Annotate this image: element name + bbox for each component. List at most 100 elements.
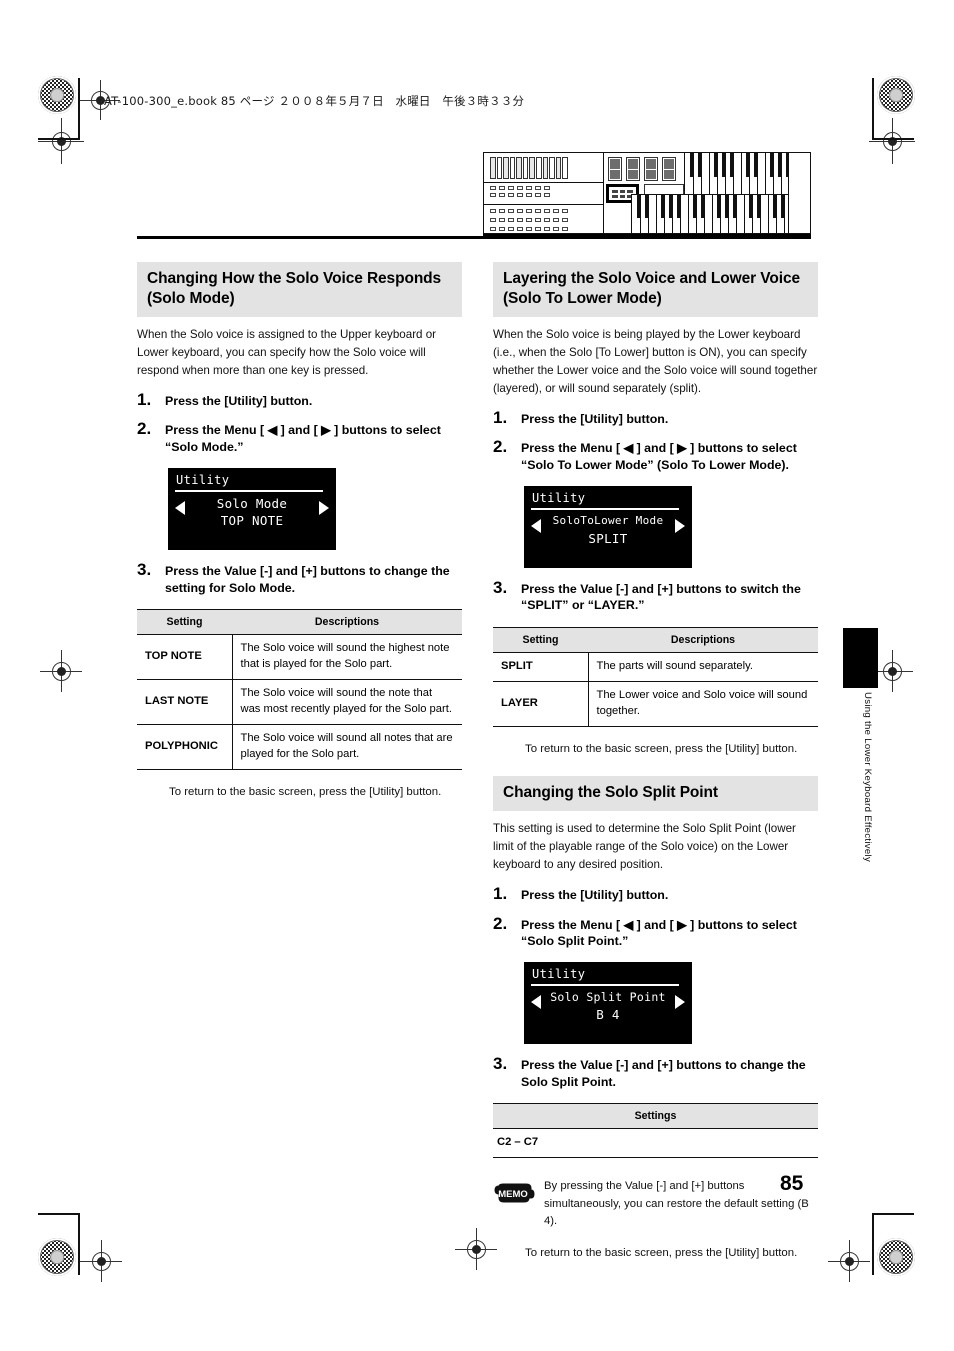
panel-button-row-2	[490, 193, 550, 197]
lcd-wrapper-solo-split-point: Utility Solo Split Point B 4	[524, 961, 818, 1044]
table-header-row: Setting Descriptions	[493, 627, 818, 654]
step-text: Press the Value [-] and [+] buttons to c…	[165, 563, 450, 595]
drawbars-icon	[490, 157, 568, 179]
step-number: 2.	[137, 419, 152, 439]
crop-mark-top-right-v	[872, 78, 874, 140]
registration-target-top-right	[877, 76, 915, 114]
section-intro-solo-mode: When the Solo voice is assigned to the U…	[137, 327, 437, 377]
section-intro-solo-split-point: This setting is used to determine the So…	[493, 821, 796, 871]
table-row: TOP NOTE The Solo voice will sound the h…	[137, 634, 462, 681]
crop-mark-bottom-left-v	[78, 1213, 80, 1275]
panel-divider-2	[484, 204, 604, 205]
left-column: Changing How the Solo Voice Responds (So…	[137, 262, 462, 801]
side-tab-marker	[843, 628, 878, 688]
column-header-setting: Setting	[493, 627, 588, 654]
column-header-setting: Setting	[137, 609, 232, 636]
table-row: C2 – C7	[493, 1128, 818, 1159]
lcd-parameter-name: SoloToLower Mode	[552, 513, 664, 527]
svg-text:MEMO: MEMO	[498, 1189, 528, 1200]
return-note-solo-mode: To return to the basic screen, press the…	[169, 785, 442, 798]
panel-button-row-3	[490, 209, 568, 213]
step-text: Press the [Utility] button.	[165, 393, 313, 408]
lcd-wrapper-solo-mode: Utility Solo Mode TOP NOTE	[168, 467, 462, 550]
return-note-solo-to-lower: To return to the basic screen, press the…	[525, 742, 798, 755]
panel-button-row-1	[490, 186, 550, 190]
cell-description: The Solo voice will sound the highest no…	[232, 634, 462, 681]
crosshair-bottom-center	[455, 1228, 497, 1270]
cell-setting: LAYER	[493, 681, 589, 727]
lcd-parameter-value: SPLIT	[588, 530, 628, 546]
memo-note: MEMO By pressing the Value [-] and [+] b…	[493, 1174, 818, 1231]
lcd-display-solo-mode: Utility Solo Mode TOP NOTE	[168, 467, 336, 550]
crosshair-top-right	[869, 118, 915, 164]
table-solo-split-point-settings: Settings C2 – C7	[493, 1103, 818, 1159]
book-file-header: AT-100-300_e.book 85 ページ ２００８年５月７日 水曜日 午…	[104, 94, 525, 108]
step-number: 3.	[493, 577, 508, 597]
column-header-descriptions: Descriptions	[588, 627, 818, 654]
step-1-solo-to-lower: 1. Press the [Utility] button.	[493, 407, 818, 428]
step-text: Press the Value [-] and [+] buttons to c…	[521, 1057, 806, 1089]
section-heading-solo-to-lower: Layering the Solo Voice and Lower Voice …	[493, 262, 818, 317]
table-solo-mode-settings: Setting Descriptions TOP NOTE The Solo v…	[137, 609, 462, 770]
lcd-parameter-value: TOP NOTE	[220, 512, 284, 528]
cell-description: The parts will sound separately.	[588, 652, 818, 683]
section-intro-solo-to-lower: When the Solo voice is being played by t…	[493, 327, 818, 395]
table-row: LAYER The Lower voice and Solo voice wil…	[493, 681, 818, 727]
column-header-settings: Settings	[493, 1103, 818, 1130]
cell-setting: SPLIT	[493, 652, 589, 683]
crop-mark-bottom-left-h	[38, 1213, 80, 1215]
lcd-wrapper-solo-to-lower: Utility SoloToLower Mode SPLIT	[524, 485, 818, 568]
cell-setting: TOP NOTE	[137, 634, 233, 681]
registration-target-bottom-right	[877, 1238, 915, 1276]
step-number: 1.	[493, 883, 508, 903]
crop-mark-bottom-right-h	[872, 1213, 914, 1215]
panel-button-row-5	[490, 227, 568, 231]
table-row: LAST NOTE The Solo voice will sound the …	[137, 679, 462, 725]
lcd-title: Utility	[532, 490, 586, 505]
table-solo-to-lower-settings: Setting Descriptions SPLIT The parts wil…	[493, 627, 818, 727]
cell-description: The Solo voice will sound all notes that…	[232, 724, 462, 770]
step-2-solo-split-point: 2. Press the Menu [ ◀ ] and [ ▶ ] button…	[493, 913, 818, 950]
control-panel-left	[484, 153, 604, 233]
step-2-solo-mode: 2. Press the Menu [ ◀ ] and [ ▶ ] button…	[137, 420, 462, 455]
step-number: 2.	[493, 913, 508, 933]
panel-button-row-4	[490, 218, 568, 222]
registration-target-top-left	[38, 76, 76, 114]
lcd-parameter-value: B 4	[596, 1006, 620, 1022]
memo-text: By pressing the Value [-] and [+] button…	[544, 1180, 809, 1228]
cell-setting: LAST NOTE	[137, 679, 233, 725]
lower-keyboard-icon	[631, 194, 810, 233]
crosshair-left-middle	[40, 650, 82, 692]
lcd-title-underline	[531, 507, 679, 510]
crop-mark-top-left-v	[78, 78, 80, 140]
page-number: 85	[780, 1172, 804, 1195]
step-number: 3.	[137, 559, 152, 579]
table-row: SPLIT The parts will sound separately.	[493, 652, 818, 683]
lcd-parameter-name: Solo Mode	[216, 495, 288, 511]
lcd-parameter-name: Solo Split Point	[550, 989, 666, 1004]
keyboard-right-edge	[788, 153, 810, 233]
lcd-title-underline	[175, 489, 323, 492]
crop-mark-top-right-h	[872, 138, 914, 140]
step-3-solo-mode: 3. Press the Value [-] and [+] buttons t…	[137, 559, 462, 596]
memo-icon: MEMO	[493, 1180, 535, 1206]
lcd-title-underline	[531, 983, 679, 986]
column-header-descriptions: Descriptions	[232, 609, 462, 636]
step-number: 1.	[493, 407, 508, 427]
step-number: 2.	[493, 437, 508, 457]
section-heading-solo-mode: Changing How the Solo Voice Responds (So…	[137, 262, 462, 317]
step-1-solo-mode: 1. Press the [Utility] button.	[137, 390, 462, 410]
step-3-solo-split-point: 3. Press the Value [-] and [+] buttons t…	[493, 1055, 818, 1090]
figure-baseline-rule	[483, 234, 811, 238]
panel-divider-1	[484, 182, 604, 183]
side-tab-label: Using the Lower Keyboard Effectively	[862, 692, 873, 863]
step-text: Press the [Utility] button.	[521, 411, 669, 426]
crosshair-bottom-left	[80, 1240, 122, 1282]
lcd-title: Utility	[176, 472, 230, 487]
cell-setting-range: C2 – C7	[493, 1128, 818, 1159]
step-text: Press the Value [-] and [+] buttons to s…	[521, 581, 801, 613]
step-2-solo-to-lower: 2. Press the Menu [ ◀ ] and [ ▶ ] button…	[493, 438, 818, 473]
crop-mark-top-left-h	[38, 138, 80, 140]
lcd-display-solo-to-lower: Utility SoloToLower Mode SPLIT	[524, 485, 692, 568]
step-text: Press the Menu [ ◀ ] and [ ▶ ] buttons t…	[521, 917, 797, 949]
